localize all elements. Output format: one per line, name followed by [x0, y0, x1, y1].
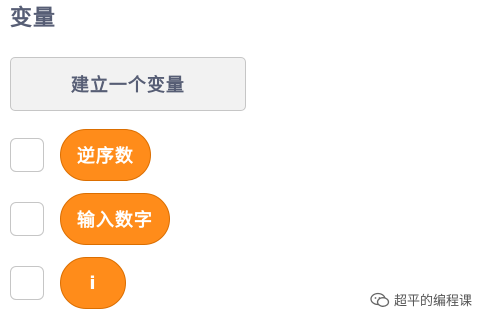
watermark-text: 超平的编程课	[394, 294, 473, 309]
variable-reporter-block[interactable]: 输入数字	[60, 193, 170, 245]
variable-row-0: 逆序数	[10, 128, 151, 182]
variable-row-1: 输入数字	[10, 192, 170, 246]
variable-checkbox[interactable]	[10, 138, 44, 172]
variable-reporter-block[interactable]: 逆序数	[60, 129, 151, 181]
wechat-icon	[370, 292, 390, 307]
watermark: 超平的编程课	[370, 290, 472, 309]
section-title: 变量	[10, 6, 57, 31]
variable-reporter-block[interactable]: i	[60, 257, 126, 309]
make-variable-button[interactable]: 建立一个变量	[10, 57, 246, 111]
variable-checkbox[interactable]	[10, 266, 44, 300]
variable-checkbox[interactable]	[10, 202, 44, 236]
variable-row-2: i	[10, 256, 126, 310]
